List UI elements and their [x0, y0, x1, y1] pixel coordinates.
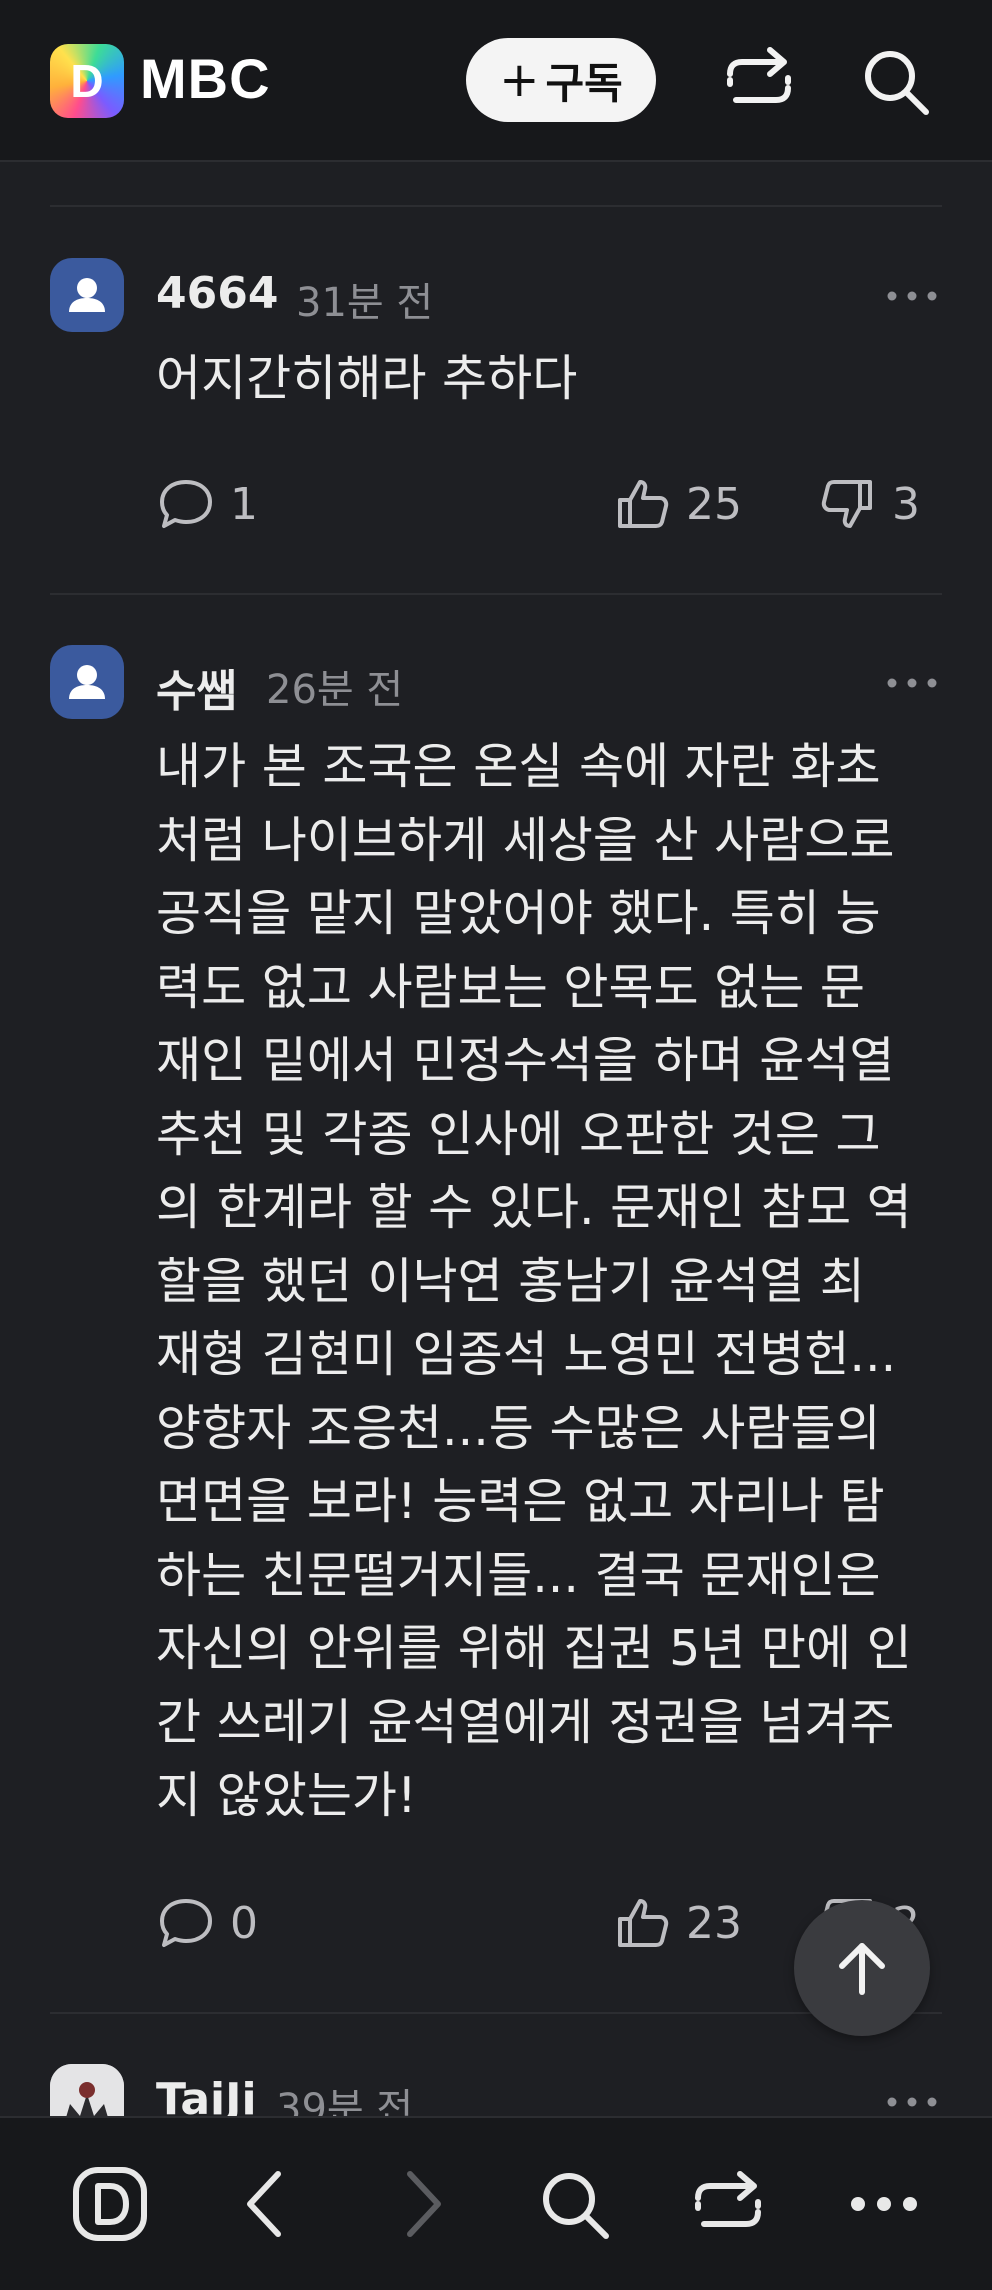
share-icon[interactable] — [722, 44, 796, 118]
comment-body: 내가 본 조국은 온실 속에 자란 화초 처럼 나이브하게 세상을 산 사람으로… — [156, 738, 912, 1824]
comments-page: D MBC + 구독 4664 31분 전 어지간히해라 추하다 1 25 3 … — [0, 0, 992, 2290]
channel-logo[interactable]: D — [50, 44, 124, 118]
reply-count: 1 — [230, 478, 258, 530]
reply-button[interactable]: 0 — [156, 1893, 258, 1953]
comment-author[interactable]: 4664 — [156, 268, 278, 319]
like-button[interactable]: 25 — [612, 474, 742, 534]
dislike-count: 3 — [892, 478, 920, 530]
top-header: D MBC + 구독 — [0, 0, 992, 162]
bottom-toolbar — [0, 2116, 992, 2290]
comment-divider — [50, 593, 942, 595]
scroll-to-top-button[interactable] — [794, 1900, 930, 2036]
more-horizontal-icon[interactable] — [884, 673, 940, 693]
chevron-right-icon[interactable] — [382, 2164, 462, 2244]
like-count: 23 — [686, 1897, 742, 1949]
avatar[interactable] — [50, 645, 124, 719]
reply-count: 0 — [230, 1897, 258, 1949]
arrow-up-icon — [839, 1943, 885, 1995]
thumbs-up-icon — [618, 480, 669, 528]
dislike-button[interactable]: 3 — [818, 474, 920, 534]
subscribe-label: 구독 — [545, 58, 623, 108]
channel-name[interactable]: MBC — [140, 46, 271, 111]
more-horizontal-icon[interactable] — [884, 286, 940, 306]
speech-bubble-icon — [160, 1899, 212, 1947]
share-icon[interactable] — [688, 2164, 768, 2244]
search-icon[interactable] — [534, 2164, 614, 2244]
comment-body: 어지간히해라 추하다 — [156, 350, 578, 407]
comment-time: 31분 전 — [296, 280, 434, 326]
avatar[interactable] — [50, 258, 124, 332]
search-icon[interactable] — [858, 44, 932, 118]
comment-time: 26분 전 — [266, 667, 404, 713]
speech-bubble-icon — [160, 480, 212, 528]
more-horizontal-icon[interactable] — [844, 2164, 924, 2244]
more-horizontal-icon[interactable] — [884, 2092, 940, 2112]
daum-d-icon[interactable] — [70, 2164, 150, 2244]
comment-divider — [50, 205, 942, 207]
comment-divider — [50, 2012, 942, 2014]
thumbs-down-icon — [821, 480, 872, 528]
logo-letter: D — [70, 55, 104, 107]
chevron-left-icon[interactable] — [226, 2164, 306, 2244]
like-button[interactable]: 23 — [612, 1893, 742, 1953]
like-count: 25 — [686, 478, 742, 530]
comment-author[interactable]: 수쌤 — [156, 655, 237, 719]
thumbs-up-icon — [618, 1899, 669, 1947]
plus-icon: + — [499, 52, 540, 108]
reply-button[interactable]: 1 — [156, 474, 258, 534]
subscribe-button[interactable]: + 구독 — [466, 38, 656, 122]
